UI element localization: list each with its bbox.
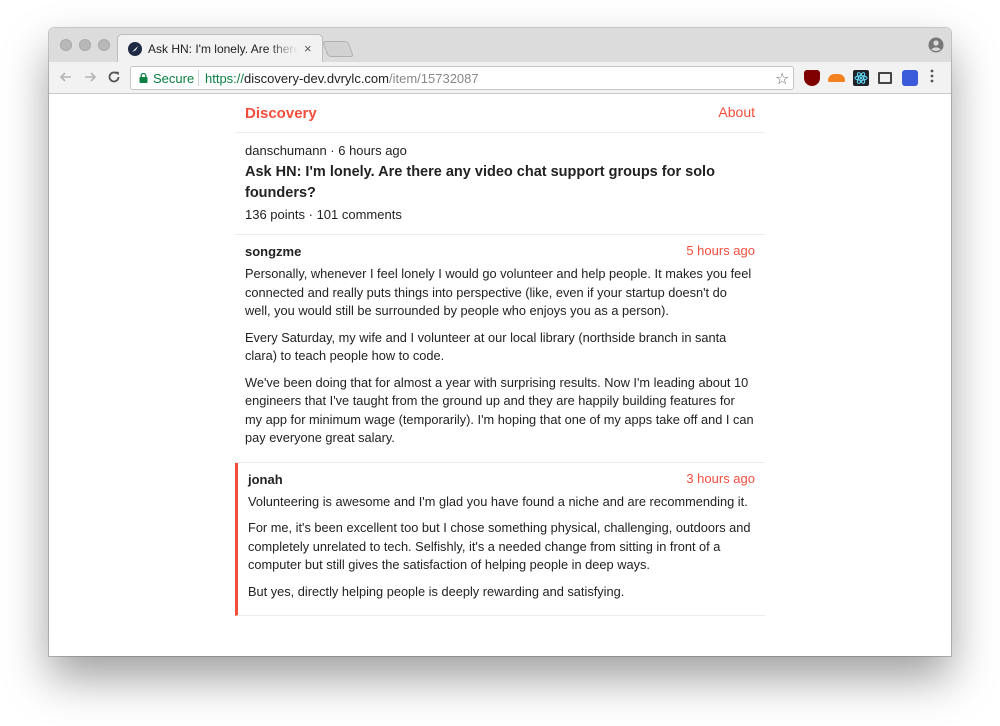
minimize-window-button[interactable] — [79, 39, 91, 51]
kebab-menu-icon[interactable] — [929, 68, 935, 84]
tab-strip: Ask HN: I'm lonely. Are there any video … — [49, 28, 951, 62]
cloudflare-extension-icon[interactable] — [828, 74, 845, 82]
story-meta: danschumann · 6 hours ago — [245, 142, 755, 160]
comment-time-link[interactable]: 3 hours ago — [686, 471, 755, 486]
story: danschumann · 6 hours ago Ask HN: I'm lo… — [235, 133, 765, 235]
zoom-window-button[interactable] — [98, 39, 110, 51]
meta-separator: · — [326, 143, 339, 158]
tab-active[interactable]: Ask HN: I'm lonely. Are there any video … — [117, 34, 323, 62]
story-author[interactable]: danschumann — [245, 143, 327, 158]
url-scheme: https:// — [205, 71, 245, 86]
about-link[interactable]: About — [718, 104, 755, 120]
comment-paragraph: Personally, whenever I feel lonely I wou… — [245, 266, 752, 318]
bookmark-star-icon[interactable]: ☆ — [775, 69, 789, 89]
page-content: Discovery About danschumann · 6 hours ag… — [49, 94, 951, 656]
browser-window: Ask HN: I'm lonely. Are there any video … — [49, 28, 951, 656]
url-text[interactable]: https://discovery-dev.dvrylc.com/item/15… — [205, 71, 479, 86]
extension-icon[interactable] — [902, 70, 918, 86]
comment-paragraph: For me, it's been excellent too but I ch… — [248, 520, 751, 572]
comment-body: Personally, whenever I feel lonely I wou… — [245, 265, 755, 448]
url-divider — [198, 70, 199, 86]
tab-close-icon[interactable]: × — [304, 41, 312, 56]
reload-icon[interactable] — [105, 68, 123, 86]
lock-icon — [139, 73, 148, 83]
brand-link[interactable]: Discovery — [245, 105, 317, 122]
comment-author[interactable]: jonah — [248, 472, 283, 487]
secure-label: Secure — [153, 71, 195, 86]
forward-arrow-icon[interactable] — [81, 68, 99, 86]
nested-comment: jonah 3 hours ago Volunteering is awesom… — [235, 462, 765, 616]
comment-body: Volunteering is awesome and I'm glad you… — [248, 493, 755, 602]
address-bar[interactable]: Secure https://discovery-dev.dvrylc.com/… — [130, 66, 794, 90]
comment-header: jonah 3 hours ago — [248, 471, 755, 493]
favicon-icon — [128, 42, 142, 56]
story-age: 6 hours ago — [338, 143, 407, 158]
tab-title: Ask HN: I'm lonely. Are there any video … — [148, 42, 298, 56]
new-tab-button[interactable] — [322, 41, 354, 57]
content-column: Discovery About danschumann · 6 hours ag… — [235, 94, 765, 616]
comment-header: songzme 5 hours ago — [245, 243, 755, 265]
stats-separator: · — [305, 207, 317, 222]
screenshot-extension-icon[interactable] — [878, 72, 892, 84]
url-path: /item/15732087 — [389, 71, 479, 86]
story-stats: 136 points · 101 comments — [245, 206, 755, 224]
profile-icon[interactable] — [928, 37, 944, 53]
story-points: 136 points — [245, 207, 305, 222]
react-devtools-icon[interactable] — [853, 70, 869, 86]
ublock-extension-icon[interactable] — [804, 70, 820, 86]
comment-paragraph: Every Saturday, my wife and I volunteer … — [245, 329, 727, 364]
comment-paragraph: But yes, directly helping people is deep… — [248, 583, 625, 599]
comment: songzme 5 hours ago Personally, whenever… — [235, 235, 765, 463]
url-host: discovery-dev.dvrylc.com — [244, 71, 389, 86]
close-window-button[interactable] — [60, 39, 72, 51]
comment-author[interactable]: songzme — [245, 244, 301, 259]
browser-toolbar: Secure https://discovery-dev.dvrylc.com/… — [49, 62, 951, 94]
story-title[interactable]: Ask HN: I'm lonely. Are there any video … — [245, 162, 755, 204]
back-arrow-icon[interactable] — [57, 68, 75, 86]
comment-paragraph: Volunteering is awesome and I'm glad you… — [248, 493, 748, 509]
site-header: Discovery About — [235, 94, 765, 133]
comment-time-link[interactable]: 5 hours ago — [686, 243, 755, 258]
story-comments[interactable]: 101 comments — [317, 207, 402, 222]
comment-paragraph: We've been doing that for almost a year … — [245, 374, 754, 446]
